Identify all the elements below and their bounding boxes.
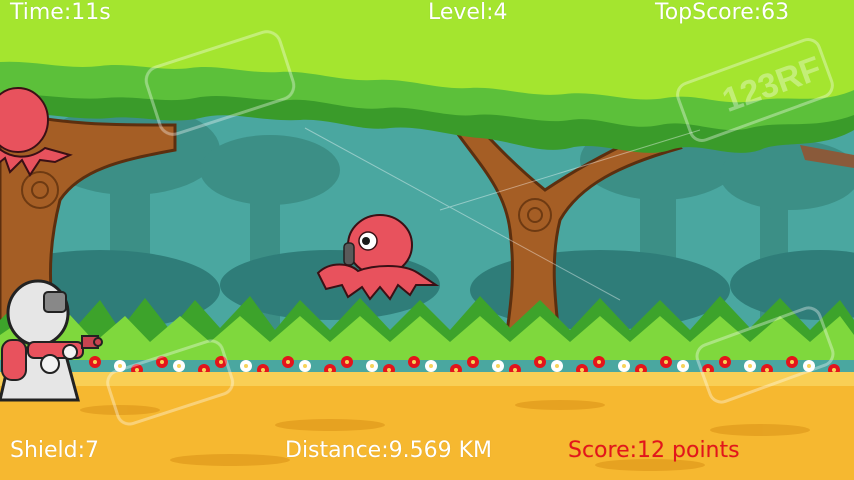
flower-center	[597, 360, 601, 364]
flower-center	[387, 368, 391, 372]
flower-center	[345, 360, 349, 364]
flower-center	[748, 364, 752, 368]
flower-center	[303, 364, 307, 368]
flower-center	[790, 360, 794, 364]
score-readout: Score:12 points	[568, 438, 740, 463]
flower-center	[177, 364, 181, 368]
flower-center	[496, 364, 500, 368]
flower-center	[538, 360, 542, 364]
flower-center	[471, 360, 475, 364]
flower-center	[328, 368, 332, 372]
flower-center	[93, 360, 97, 364]
flower-center	[555, 364, 559, 368]
game-scene[interactable]: 123RF	[0, 0, 854, 480]
distance-readout: Distance:9.569 KM	[285, 438, 492, 463]
top-score-readout: TopScore:63	[655, 0, 790, 25]
flower-center	[580, 368, 584, 372]
flower-center	[639, 368, 643, 372]
flower-center	[135, 368, 139, 372]
flower-center	[454, 368, 458, 372]
flower-center	[807, 364, 811, 368]
flower-center	[681, 364, 685, 368]
flower-center	[664, 360, 668, 364]
flower-center	[261, 368, 265, 372]
flower-center	[160, 360, 164, 364]
level-readout: Level:4	[428, 0, 508, 25]
flower-center	[429, 364, 433, 368]
flower-center	[370, 364, 374, 368]
shield-readout: Shield:7	[10, 438, 100, 463]
flower-center	[622, 364, 626, 368]
flower-center	[219, 360, 223, 364]
flower-center	[286, 360, 290, 364]
flower-center	[765, 368, 769, 372]
flower-center	[412, 360, 416, 364]
flower-center	[244, 364, 248, 368]
flower-center	[706, 368, 710, 372]
flower-center	[202, 368, 206, 372]
flower-center	[723, 360, 727, 364]
flower-center	[832, 368, 836, 372]
flower-center	[118, 364, 122, 368]
ground	[0, 372, 854, 480]
flower-center	[513, 368, 517, 372]
time-readout: Time:11s	[10, 0, 111, 25]
